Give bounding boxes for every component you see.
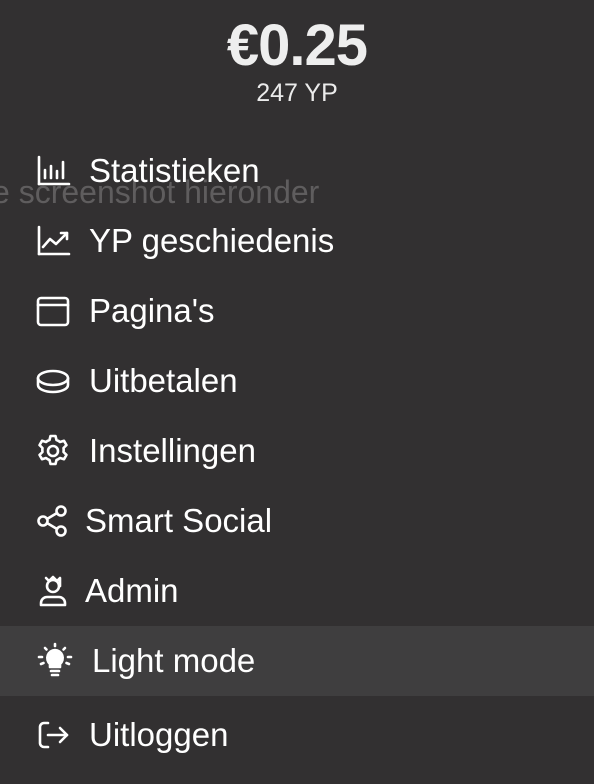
trend-chart-icon	[34, 222, 72, 260]
browser-window-icon	[34, 292, 72, 330]
menu-item-label: Statistieken	[89, 152, 260, 189]
menu-item-instellingen[interactable]: Instellingen	[0, 416, 594, 486]
menu-item-paginas[interactable]: Pagina's	[0, 276, 594, 346]
menu-item-statistieken[interactable]: Statistieken	[0, 136, 594, 206]
menu-item-label: Pagina's	[89, 292, 215, 329]
menu-item-label: Instellingen	[89, 432, 256, 469]
menu-item-label: Light mode	[92, 642, 256, 679]
menu-item-smart-social[interactable]: Smart Social	[0, 486, 594, 556]
menu-item-label: Smart Social	[85, 502, 273, 539]
yp-points: 247 YP	[256, 79, 338, 107]
gear-icon	[34, 432, 72, 470]
menu-item-yp-geschiedenis[interactable]: YP geschiedenis	[0, 206, 594, 276]
menu-item-label: Admin	[85, 572, 179, 609]
share-icon	[34, 502, 72, 540]
menu-item-label: Uitbetalen	[89, 362, 238, 399]
coin-icon	[34, 362, 72, 400]
admin-user-icon	[34, 572, 72, 610]
menu-item-uitloggen[interactable]: Uitloggen	[0, 700, 594, 770]
bar-chart-icon	[34, 152, 72, 190]
lightbulb-icon	[36, 642, 74, 680]
menu-item-light-mode[interactable]: Light mode	[0, 626, 594, 696]
menu-item-uitbetalen[interactable]: Uitbetalen	[0, 346, 594, 416]
balance-amount: €0.25	[226, 13, 368, 78]
menu-item-label: YP geschiedenis	[89, 222, 335, 259]
menu-item-label: Uitloggen	[89, 716, 229, 753]
logout-icon	[34, 716, 72, 754]
menu-item-admin[interactable]: Admin	[0, 556, 594, 626]
